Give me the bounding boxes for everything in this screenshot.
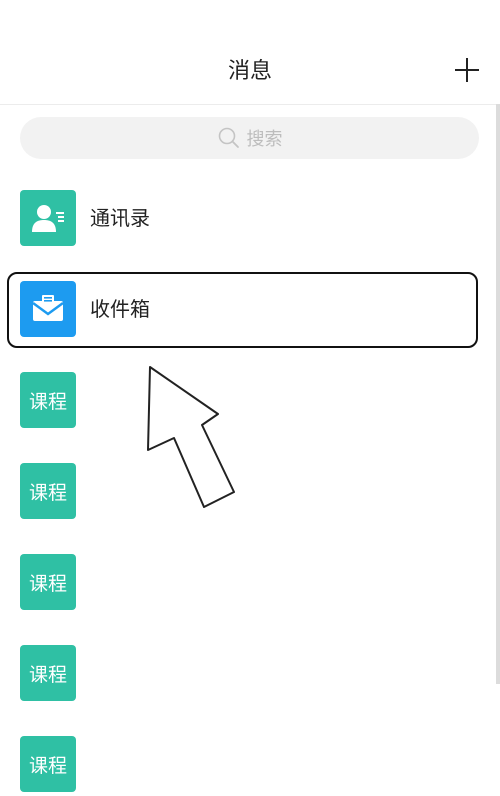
inbox-mail-icon bbox=[20, 281, 76, 337]
scrollbar[interactable] bbox=[496, 104, 500, 684]
list-item-course[interactable]: 课程 bbox=[20, 463, 460, 523]
list-item-course[interactable]: 课程 bbox=[20, 372, 460, 432]
list-item-course[interactable]: 课程 bbox=[20, 554, 460, 614]
add-button[interactable] bbox=[454, 57, 480, 83]
course-icon-text: 课程 bbox=[28, 663, 67, 686]
course-icon: 课程 bbox=[20, 554, 76, 610]
inbox-label: 收件箱 bbox=[90, 297, 150, 321]
course-icon-text: 课程 bbox=[28, 572, 67, 595]
course-icon: 课程 bbox=[20, 463, 76, 519]
course-icon: 课程 bbox=[20, 372, 76, 428]
course-icon-text: 课程 bbox=[28, 481, 67, 504]
course-icon-text: 课程 bbox=[28, 390, 67, 413]
plus-icon bbox=[455, 58, 479, 82]
search-icon bbox=[218, 127, 239, 148]
search-bar[interactable]: 搜索 bbox=[20, 117, 479, 159]
contacts-label: 通讯录 bbox=[90, 206, 150, 230]
contacts-icon bbox=[20, 190, 76, 246]
list-item-course[interactable]: 课程 bbox=[20, 645, 460, 705]
list-item-contacts[interactable]: 通讯录 bbox=[20, 190, 460, 250]
course-icon: 课程 bbox=[20, 645, 76, 701]
search-placeholder: 搜索 bbox=[246, 129, 283, 150]
course-icon-text: 课程 bbox=[28, 754, 67, 777]
list-item-inbox[interactable]: 收件箱 bbox=[20, 281, 460, 341]
course-icon: 课程 bbox=[20, 736, 76, 792]
list-item-course[interactable]: 课程 bbox=[20, 736, 460, 796]
page-title: 消息 bbox=[227, 59, 272, 84]
header-bar: 消息 bbox=[0, 0, 500, 105]
